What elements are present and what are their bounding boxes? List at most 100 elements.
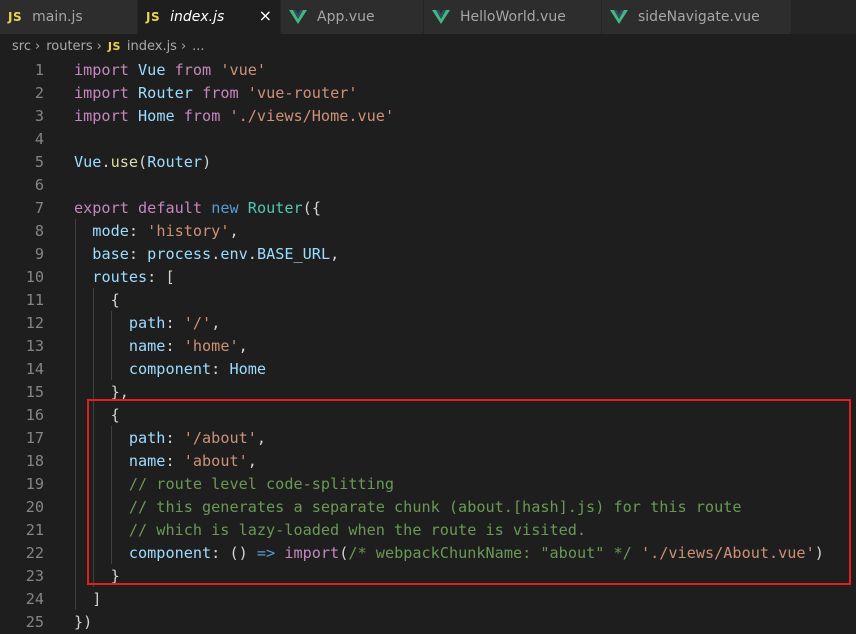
close-icon[interactable]: × bbox=[259, 7, 272, 25]
line-number: 25 bbox=[25, 613, 44, 631]
line-code: name: 'about', bbox=[74, 450, 257, 473]
tab-index-js[interactable]: JS index.js × bbox=[138, 0, 281, 34]
breadcrumb-src[interactable]: src bbox=[12, 39, 31, 54]
code-line[interactable]: 25}) bbox=[0, 611, 856, 634]
tab-app-vue[interactable]: App.vue bbox=[281, 0, 424, 34]
code-token: 'vue-router' bbox=[247, 84, 358, 102]
code-token: , bbox=[229, 222, 239, 240]
code-line[interactable]: 12 path: '/', bbox=[0, 312, 856, 335]
code-token: routes bbox=[92, 268, 148, 286]
code-token: Vue bbox=[138, 61, 166, 79]
line-code: // route level code-splitting bbox=[74, 473, 394, 496]
code-token: : bbox=[165, 314, 184, 332]
code-token: mode bbox=[92, 222, 129, 240]
js-file-icon: JS bbox=[107, 39, 121, 53]
code-line[interactable]: 5 Vue.use(Router) bbox=[0, 151, 856, 174]
tab-label: App.vue bbox=[317, 9, 375, 25]
code-line[interactable]: 4 bbox=[0, 128, 856, 151]
line-number: 19 bbox=[25, 475, 44, 493]
breadcrumb-routers[interactable]: routers bbox=[46, 39, 92, 54]
breadcrumb-ellipsis[interactable]: ... bbox=[192, 39, 204, 54]
code-token: env bbox=[220, 245, 248, 263]
tab-helloworld-vue[interactable]: HelloWorld.vue bbox=[424, 0, 602, 34]
code-line[interactable]: 15 }, bbox=[0, 381, 856, 404]
code-token: path bbox=[128, 429, 166, 447]
code-editor[interactable]: 1 import Vue from 'vue' 2 import Router fro… bbox=[0, 58, 856, 634]
code-token: name bbox=[128, 452, 166, 470]
code-token: process bbox=[147, 245, 212, 263]
line-number: 5 bbox=[34, 153, 44, 171]
code-line[interactable]: 3 import Home from './views/Home.vue' bbox=[0, 105, 856, 128]
code-token: Vue bbox=[74, 153, 102, 171]
tab-label: sideNavigate.vue bbox=[638, 9, 760, 25]
line-code: path: '/about', bbox=[74, 427, 266, 450]
chevron-right-icon: › bbox=[34, 38, 41, 54]
code-line[interactable]: 23 } bbox=[0, 565, 856, 588]
breadcrumb-file[interactable]: index.js bbox=[127, 39, 177, 54]
code-token: path bbox=[128, 314, 166, 332]
code-token: } bbox=[74, 567, 120, 585]
line-code: import Router from 'vue-router' bbox=[74, 82, 358, 105]
code-token: }) bbox=[74, 613, 93, 631]
code-token: 'vue' bbox=[220, 61, 267, 79]
code-token: BASE_URL bbox=[256, 245, 331, 263]
code-token: , bbox=[238, 337, 248, 355]
code-token: './views/Home.vue' bbox=[229, 107, 395, 125]
line-code: Vue.use(Router) bbox=[74, 151, 211, 174]
code-line[interactable]: 19 // route level code-splitting bbox=[0, 473, 856, 496]
line-code: name: 'home', bbox=[74, 335, 248, 358]
code-line[interactable]: 20 // this generates a separate chunk (a… bbox=[0, 496, 856, 519]
line-code: component: () => import(/* webpackChunkN… bbox=[74, 542, 824, 565]
line-number: 17 bbox=[25, 429, 44, 447]
code-token: 'history' bbox=[147, 222, 230, 240]
code-line[interactable]: 18 name: 'about', bbox=[0, 450, 856, 473]
line-code: import Vue from 'vue' bbox=[74, 59, 266, 82]
code-token: : [ bbox=[147, 268, 175, 286]
code-line[interactable]: 1 import Vue from 'vue' bbox=[0, 59, 856, 82]
code-line[interactable]: 7 export default new Router({ bbox=[0, 197, 856, 220]
code-line[interactable]: 17 path: '/about', bbox=[0, 427, 856, 450]
breadcrumb: src › routers › JS index.js › ... bbox=[0, 34, 856, 58]
code-line[interactable]: 14 component: Home bbox=[0, 358, 856, 381]
line-code: // this generates a separate chunk (abou… bbox=[74, 496, 742, 519]
code-token: import bbox=[74, 107, 129, 125]
code-token: // which is lazy-loaded when the route i… bbox=[128, 521, 587, 539]
line-number: 21 bbox=[25, 521, 44, 539]
code-line[interactable]: 6 bbox=[0, 174, 856, 197]
code-line[interactable]: 2 import Router from 'vue-router' bbox=[0, 82, 856, 105]
code-line[interactable]: 13 name: 'home', bbox=[0, 335, 856, 358]
code-token: Router bbox=[138, 84, 193, 102]
line-number: 3 bbox=[34, 107, 44, 125]
code-token: use bbox=[110, 153, 139, 171]
code-line[interactable]: 16 { bbox=[0, 404, 856, 427]
js-file-icon: JS bbox=[146, 10, 161, 24]
tab-sidenavigate-vue[interactable]: sideNavigate.vue bbox=[602, 0, 792, 34]
tab-main-js[interactable]: JS main.js bbox=[0, 0, 138, 34]
code-line[interactable]: 22 component: () => import(/* webpackChu… bbox=[0, 542, 856, 565]
code-token: Home bbox=[138, 107, 175, 125]
code-line[interactable]: 11 { bbox=[0, 289, 856, 312]
code-line[interactable]: 24 ] bbox=[0, 588, 856, 611]
code-token: from bbox=[174, 61, 212, 79]
code-line[interactable]: 9 base: process.env.BASE_URL, bbox=[0, 243, 856, 266]
code-token: 'about' bbox=[183, 452, 248, 470]
line-code: }, bbox=[74, 381, 129, 404]
line-code: { bbox=[74, 289, 120, 312]
line-number: 20 bbox=[25, 498, 44, 516]
code-line[interactable]: 21 // which is lazy-loaded when the rout… bbox=[0, 519, 856, 542]
code-line[interactable]: 10 routes: [ bbox=[0, 266, 856, 289]
code-token: Router bbox=[147, 153, 203, 171]
line-code: base: process.env.BASE_URL, bbox=[74, 243, 339, 266]
code-line[interactable]: 8 mode: 'history', bbox=[0, 220, 856, 243]
